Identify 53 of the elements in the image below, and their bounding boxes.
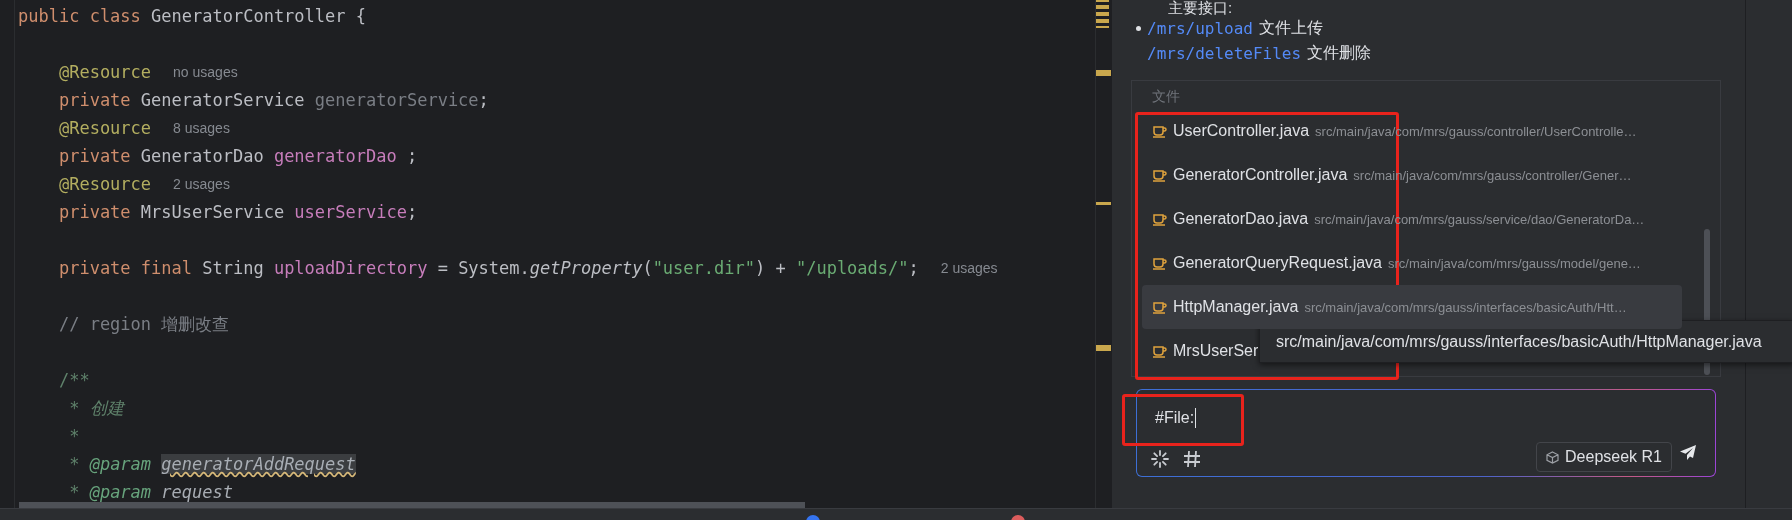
endpoint-description: 文件上传 — [1258, 18, 1323, 38]
code-line: /** — [57, 370, 90, 390]
endpoint-description: 文件删除 — [1307, 43, 1372, 63]
usage-hint[interactable]: 2 usages — [173, 176, 230, 192]
usage-hint[interactable]: no usages — [173, 64, 238, 80]
input-field[interactable]: #File: — [1155, 408, 1197, 428]
file-item[interactable]: MrsUserSer — [1142, 329, 1259, 373]
file-item[interactable]: HttpManager.java src/main/java/com/mrs/gauss/interfaces/basicAuth/Htt… — [1142, 285, 1682, 329]
endpoint-path: /mrs/deleteFiles — [1147, 44, 1302, 63]
change-marker[interactable] — [1096, 345, 1111, 351]
scrollbar-thumb[interactable] — [19, 502, 805, 508]
file-name: MrsUserSer — [1173, 342, 1259, 360]
file-name: GeneratorDao.java — [1173, 210, 1309, 228]
change-marker[interactable] — [1096, 202, 1111, 205]
cup-icon — [1152, 299, 1167, 315]
code-line: private GeneratorDao generatorDao ; — [57, 146, 418, 166]
code-line: @Resource — [57, 118, 152, 138]
paragraph-text: 主要接口: — [1168, 0, 1234, 16]
cup-icon — [1152, 123, 1167, 139]
code-line: @Resource — [57, 174, 152, 194]
code-line: * 创建 — [68, 396, 124, 420]
code-line: public class GeneratorController { — [18, 6, 366, 26]
popup-header: 文件 — [1151, 87, 1181, 106]
send-icon[interactable] — [1679, 444, 1697, 461]
cup-icon — [1152, 255, 1167, 271]
cup-icon — [1152, 167, 1167, 183]
file-name: UserController.java — [1173, 122, 1310, 140]
cup-icon — [1152, 211, 1167, 227]
code-line: private GeneratorService generatorService; — [57, 90, 489, 110]
cup-icon — [1152, 343, 1167, 359]
file-name: HttpManager.java — [1173, 298, 1299, 316]
usage-hint[interactable]: 2 usages — [940, 260, 998, 276]
change-marker[interactable] — [1096, 0, 1109, 7]
file-name: GeneratorController.java — [1173, 166, 1348, 184]
file-name: GeneratorQueryRequest.java — [1173, 254, 1382, 272]
code-line: * — [68, 426, 80, 446]
change-marker[interactable] — [1096, 21, 1109, 28]
usage-hint[interactable]: 8 usages — [173, 120, 230, 136]
code-line: // region 增删改查 — [57, 312, 230, 336]
sparkle-icon[interactable] — [1151, 450, 1169, 468]
hash-icon[interactable] — [1183, 450, 1201, 468]
code-line: * @param generatorAddRequest — [68, 454, 356, 474]
change-marker[interactable] — [1096, 14, 1109, 21]
code-line: @Resource — [57, 62, 152, 82]
code-line: * @param request — [68, 482, 233, 502]
code-line: private final String uploadDirectory = System.getProperty("user.dir") + "/uploads/"; — [57, 258, 919, 278]
code-line: private MrsUserService userService; — [57, 202, 418, 222]
endpoint-path: /mrs/upload — [1147, 19, 1253, 38]
change-marker[interactable] — [1096, 7, 1109, 14]
cube-icon — [1546, 450, 1560, 464]
file-path: src/main/java/com/mrs/gauss/interfaces/basicAuth/Htt… — [1304, 299, 1627, 315]
model-selector[interactable]: Deepseek R1 — [1536, 442, 1672, 472]
change-marker[interactable] — [1096, 70, 1111, 76]
